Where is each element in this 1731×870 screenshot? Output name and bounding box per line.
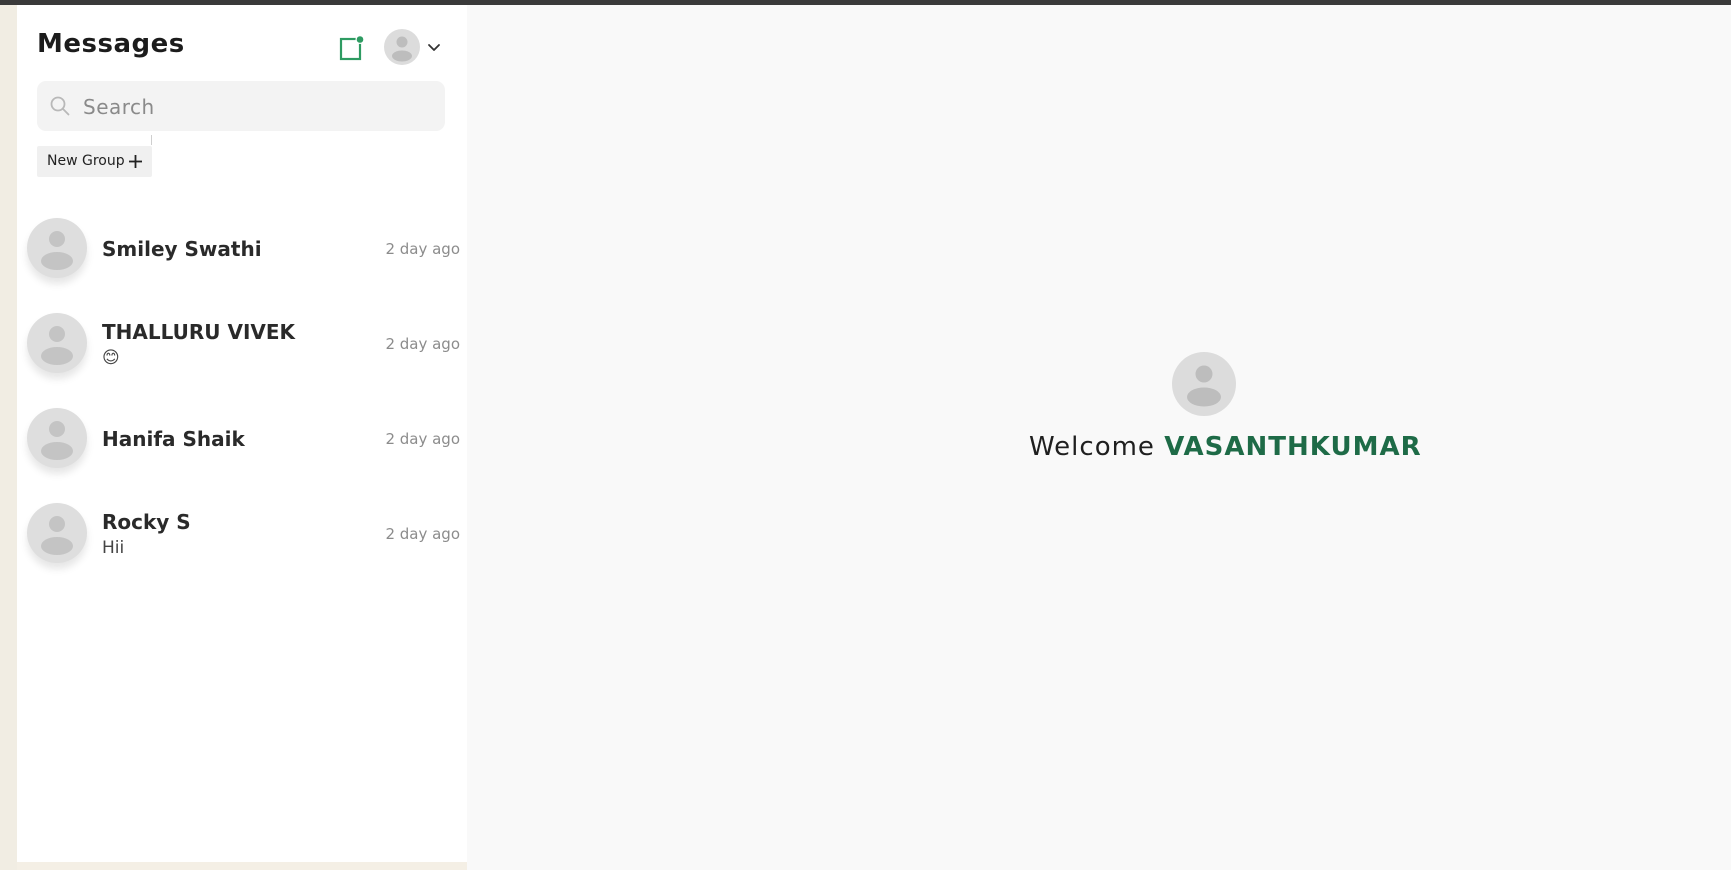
profile-menu[interactable]: [384, 29, 442, 65]
sidebar-header: Messages: [37, 23, 447, 71]
page-title: Messages: [37, 29, 185, 59]
sidebar-footer-strip: [17, 862, 467, 870]
left-gutter: [0, 5, 17, 870]
welcome-avatar: [1172, 352, 1236, 416]
conversation-name: Smiley Swathi: [102, 237, 262, 261]
conversation-time: 2 day ago: [385, 430, 460, 448]
new-group-label: New Group: [47, 153, 125, 169]
search-icon: [50, 96, 70, 116]
welcome-message: Welcome VASANTHKUMAR: [1029, 432, 1422, 462]
avatar-placeholder-icon: [41, 231, 73, 270]
avatar: [384, 29, 420, 65]
welcome-username: VASANTHKUMAR: [1164, 432, 1422, 462]
conversation-name: Rocky S: [102, 510, 191, 534]
avatar: [27, 313, 87, 373]
avatar-placeholder-icon: [392, 36, 412, 62]
conversation-name: THALLURU VIVEK: [102, 320, 296, 344]
plus-icon: [129, 155, 142, 168]
search-box: [37, 81, 445, 131]
search-input[interactable]: [81, 89, 435, 125]
conversation-time: 2 day ago: [385, 525, 460, 543]
conversation-preview: 😊: [102, 348, 120, 368]
new-chat-button[interactable]: [339, 35, 365, 61]
avatar-placeholder-icon: [1187, 365, 1221, 407]
avatar: [27, 218, 87, 278]
new-group-button[interactable]: New Group: [37, 146, 152, 177]
conversation-item[interactable]: Smiley Swathi 2 day ago: [25, 205, 467, 300]
conversation-time: 2 day ago: [385, 240, 460, 258]
conversation-item[interactable]: Hanifa Shaik 2 day ago: [25, 395, 467, 490]
avatar: [27, 408, 87, 468]
avatar: [27, 503, 87, 563]
avatar-placeholder-icon: [41, 326, 73, 365]
new-chat-icon: [339, 35, 365, 61]
divider: [151, 135, 152, 145]
avatar-placeholder-icon: [41, 516, 73, 555]
sidebar: Messages Search New Group Smiley Swathi …: [17, 5, 467, 862]
conversation-name: Hanifa Shaik: [102, 427, 245, 451]
avatar-placeholder-icon: [41, 421, 73, 460]
conversation-item[interactable]: THALLURU VIVEK 😊 2 day ago: [25, 300, 467, 395]
conversation-list: Smiley Swathi 2 day ago THALLURU VIVEK 😊…: [25, 205, 467, 585]
conversation-item[interactable]: Rocky S Hii 2 day ago: [25, 490, 467, 585]
welcome-greeting: Welcome: [1029, 432, 1155, 462]
chevron-down-icon: [428, 44, 440, 51]
conversation-time: 2 day ago: [385, 335, 460, 353]
conversation-preview: Hii: [102, 538, 125, 558]
